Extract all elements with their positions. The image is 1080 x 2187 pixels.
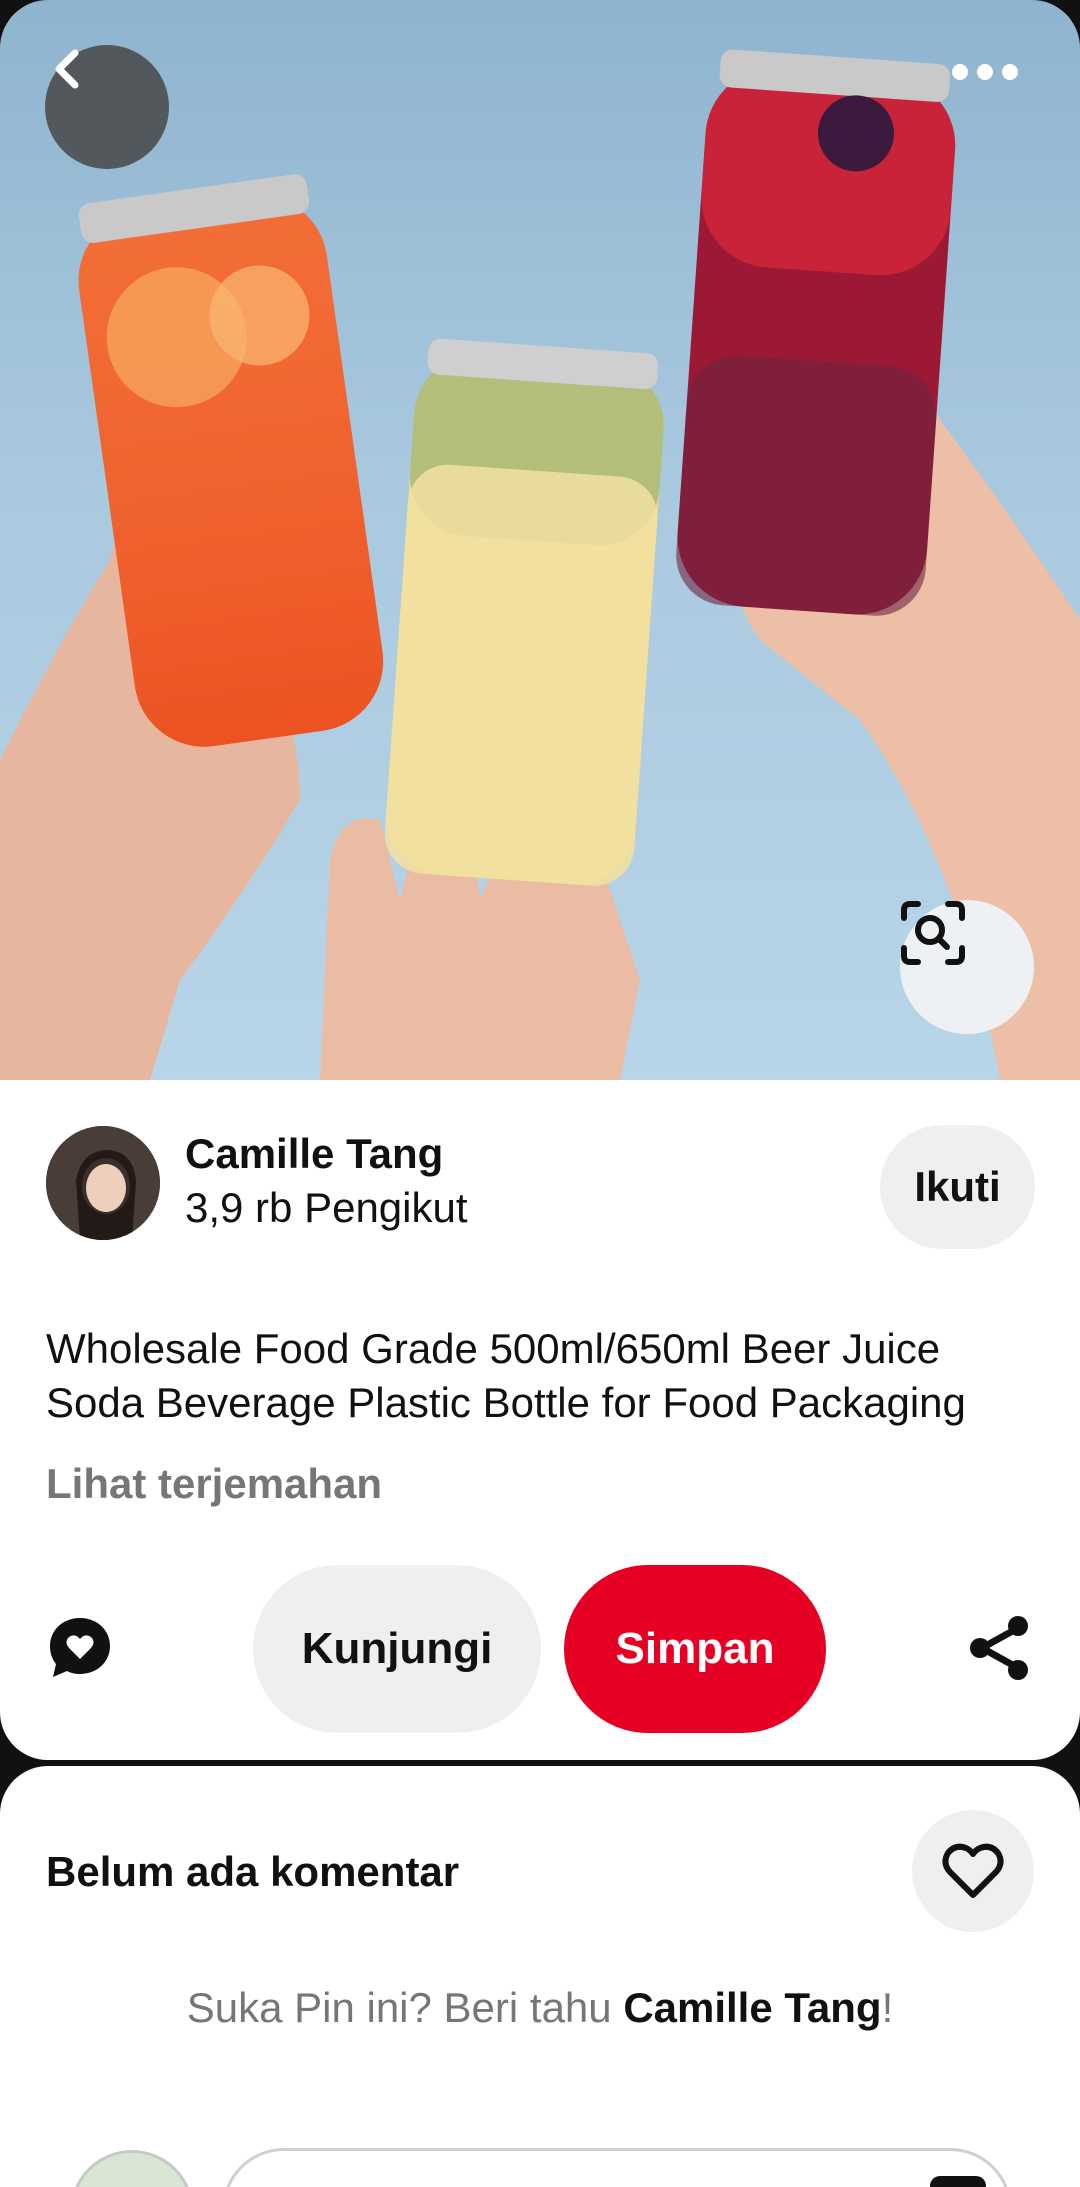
visual-search-button[interactable] <box>900 900 1034 1034</box>
save-button[interactable]: Simpan <box>564 1565 826 1733</box>
like-button[interactable] <box>912 1810 1034 1932</box>
comment-heart-icon <box>50 1618 110 1677</box>
emoji-icon[interactable] <box>930 2176 986 2187</box>
comment-prompt-creator[interactable]: Camille Tang <box>623 1984 881 2031</box>
comment-input[interactable] <box>222 2148 1012 2187</box>
visual-search-icon <box>901 901 965 965</box>
more-options-button[interactable] <box>950 62 1040 152</box>
comment-prompt-suffix: ! <box>881 1984 894 2031</box>
creator-name[interactable]: Camille Tang <box>185 1130 443 1178</box>
creator-avatar-image <box>46 1126 160 1240</box>
ellipsis-icon <box>952 64 1018 80</box>
comment-prompt-text: Suka Pin ini? Beri tahu <box>186 1984 624 2031</box>
comments-sheet <box>0 1766 1080 2187</box>
follow-button[interactable]: Ikuti <box>880 1125 1035 1249</box>
pin-image[interactable] <box>0 0 1080 1080</box>
follower-count: 3,9 rb Pengikut <box>185 1184 468 1231</box>
pin-description: Wholesale Food Grade 500ml/650ml Beer Ju… <box>46 1325 966 1426</box>
comment-reaction-button[interactable] <box>40 1608 120 1688</box>
share-icon <box>970 1616 1028 1680</box>
creator-avatar[interactable] <box>46 1126 160 1240</box>
comments-title: Belum ada komentar <box>46 1848 460 1895</box>
comment-prompt: Suka Pin ini? Beri tahu Camille Tang! <box>0 1984 1080 2032</box>
share-button[interactable] <box>960 1608 1040 1688</box>
translate-link[interactable]: Lihat terjemahan <box>46 1460 382 1508</box>
back-button[interactable] <box>45 45 169 169</box>
chevron-left-icon <box>55 49 79 89</box>
heart-icon <box>942 1843 1004 1898</box>
visit-button[interactable]: Kunjungi <box>253 1565 541 1733</box>
